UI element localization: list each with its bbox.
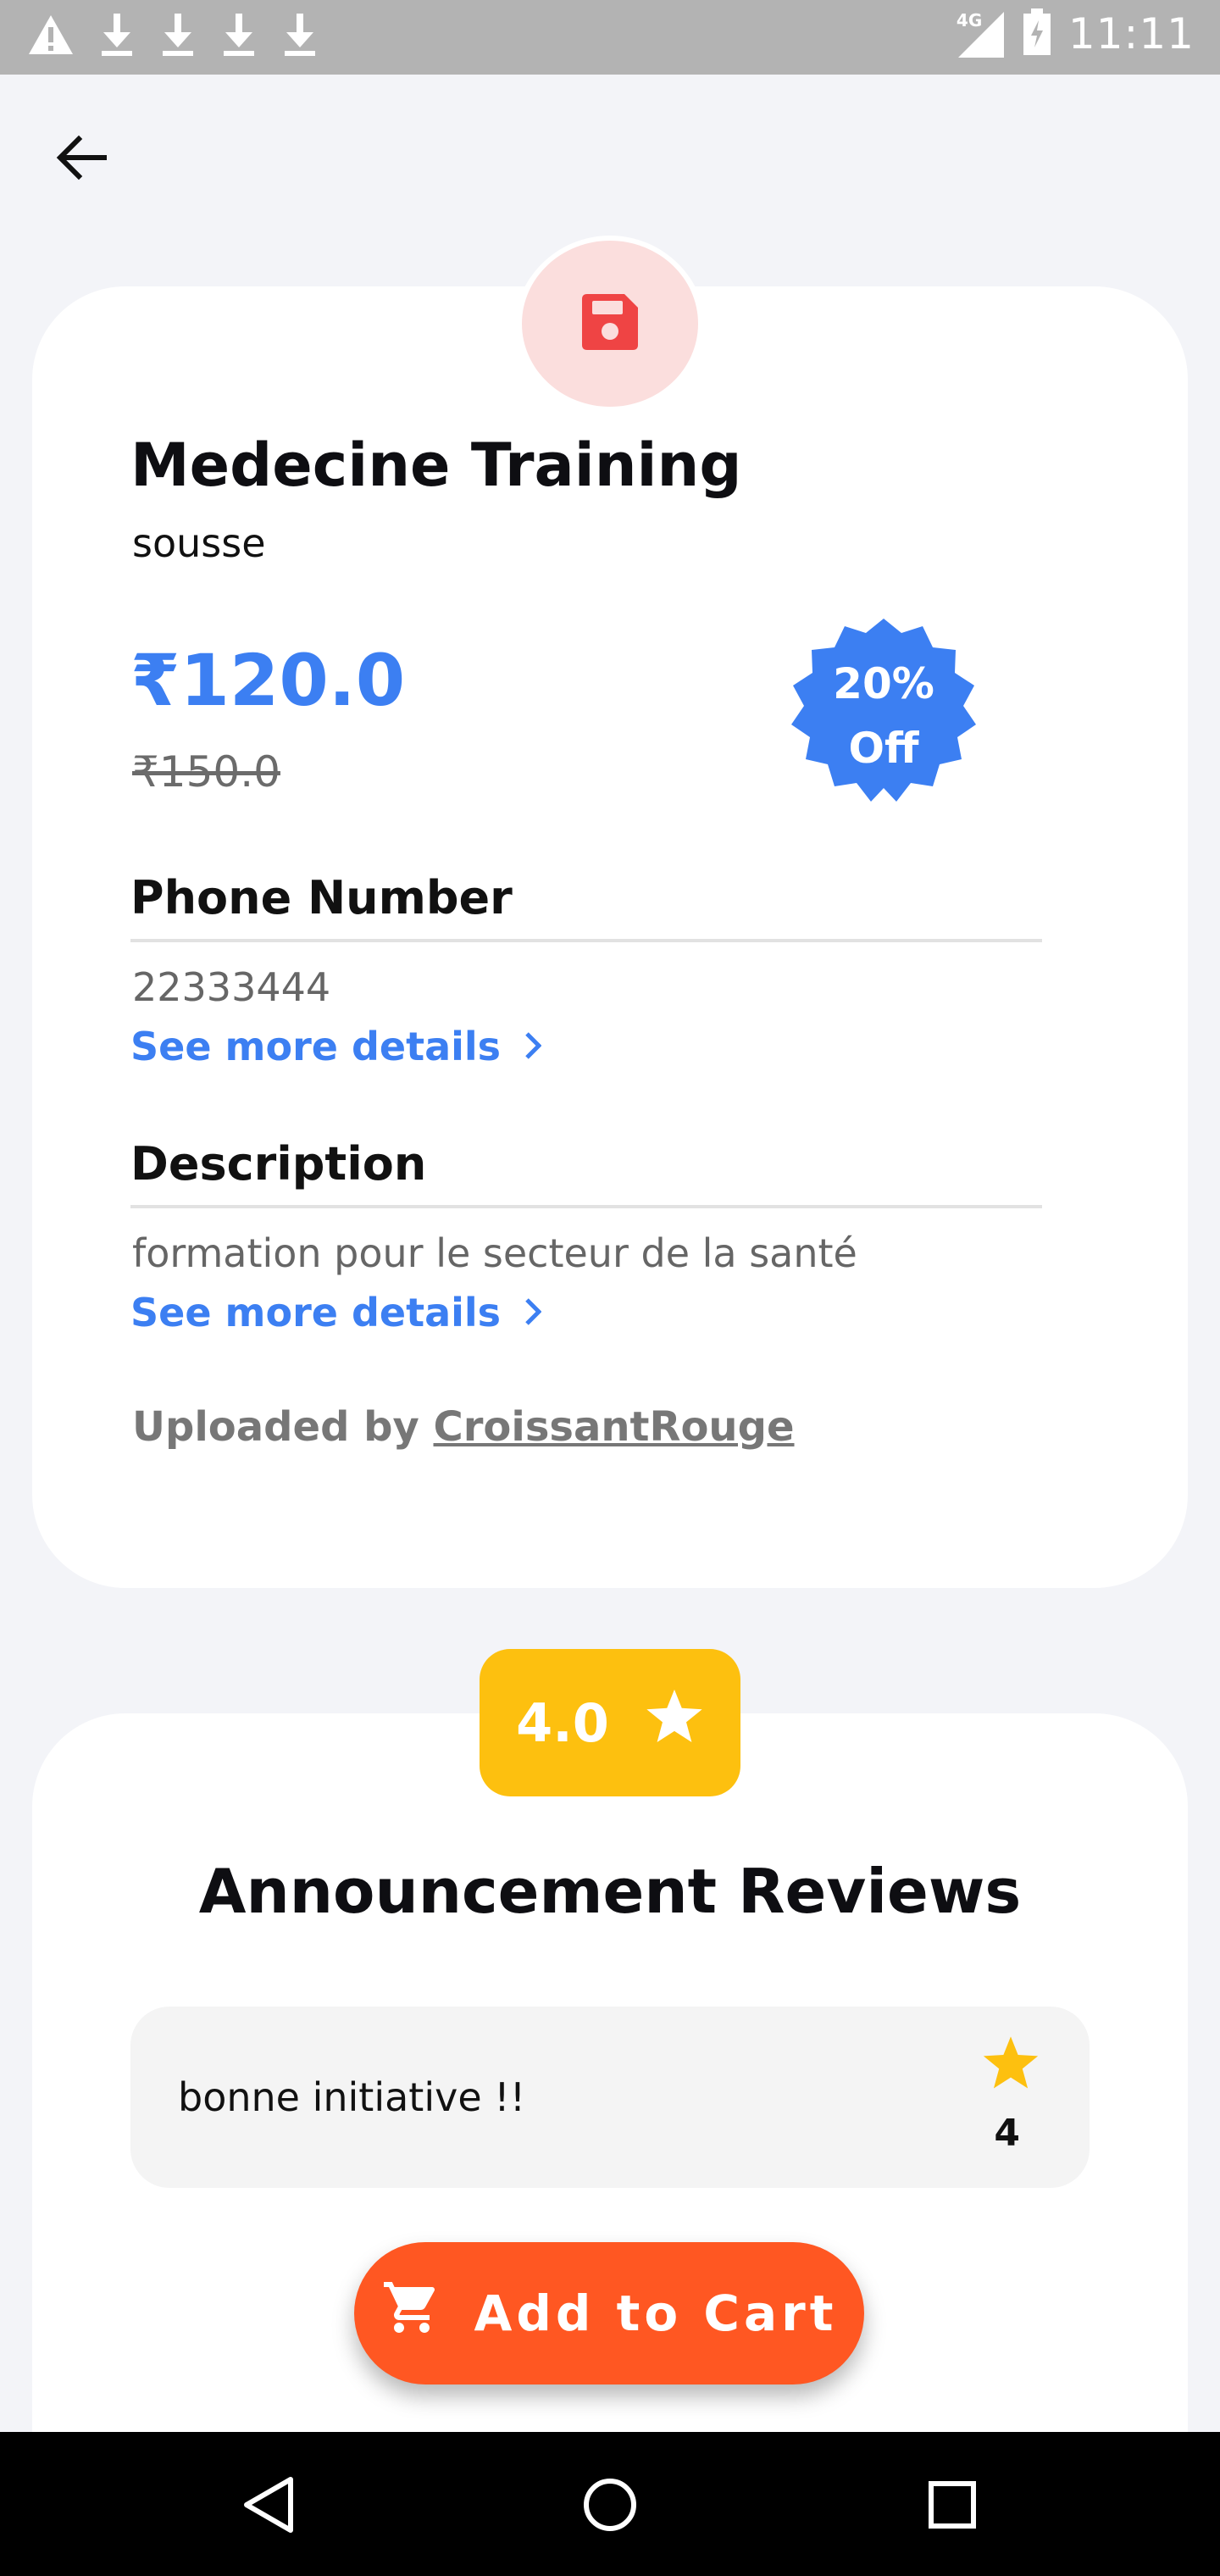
star-icon [981,2035,1040,2095]
review-text: bonne initiative !! [178,2074,526,2120]
review-item: bonne initiative !! 4 [130,2007,1090,2188]
network-type: 4G [956,10,983,31]
announcement-icon-badge [522,241,698,407]
uploaded-by: Uploaded by CroissantRouge [132,1403,795,1451]
phone-heading: Phone Number [130,871,513,924]
signal-icon: 4G [955,8,1006,59]
description-more-details-link[interactable]: See more details [130,1290,542,1335]
save-icon [580,292,640,355]
chevron-right-icon [524,1290,542,1335]
notification-icons [27,12,319,58]
rating-badge: 4.0 [480,1649,740,1796]
review-rating: 4 [994,2112,1020,2155]
description-divider [130,1205,1042,1208]
battery-icon [1023,8,1051,59]
nav-home-button[interactable] [568,2464,652,2549]
description-value: formation pour le secteur de la santé [132,1230,857,1276]
nav-recents-button[interactable] [910,2464,995,2549]
current-price: ₹120.0 [130,639,406,722]
warning-icon [27,14,75,56]
uploaded-prefix: Uploaded by [132,1403,419,1451]
circle-home-icon [582,2477,638,2536]
arrow-left-icon [55,135,108,184]
chevron-right-icon [524,1024,542,1069]
system-status: 4G 11:11 [955,8,1195,59]
star-icon [645,1688,704,1758]
download-icon [281,12,319,58]
nav-back-button[interactable] [225,2464,310,2549]
square-recents-icon [927,2479,978,2534]
navigation-bar [0,2432,1220,2576]
clock: 11:11 [1068,9,1195,58]
discount-off: Off [848,724,919,773]
phone-more-details-link[interactable]: See more details [130,1024,542,1069]
discount-badge: 20% Off [786,619,981,813]
download-icon [159,12,197,58]
uploader-link[interactable]: CroissantRouge [434,1403,795,1451]
download-icon [98,12,136,58]
phone-divider [130,939,1042,942]
reviews-title: Announcement Reviews [198,1856,1022,1927]
cart-icon [381,2277,442,2350]
announcement-location: sousse [132,520,266,566]
add-to-cart-button[interactable]: Add to Cart [354,2242,864,2384]
download-icon [220,12,258,58]
rating-value: 4.0 [516,1691,609,1754]
back-button[interactable] [47,125,115,193]
triangle-back-icon [240,2474,296,2539]
discount-percent: 20% [833,659,934,708]
status-bar: 4G 11:11 [0,0,1220,75]
original-price: ₹150.0 [132,747,280,797]
more-details-label: See more details [130,1024,502,1069]
phone-value: 22333444 [132,964,331,1010]
more-details-label: See more details [130,1290,502,1335]
description-heading: Description [130,1137,427,1191]
add-to-cart-label: Add to Cart [474,2285,838,2342]
discount-text: 20% Off [833,652,934,780]
announcement-title: Medecine Training [130,430,742,500]
